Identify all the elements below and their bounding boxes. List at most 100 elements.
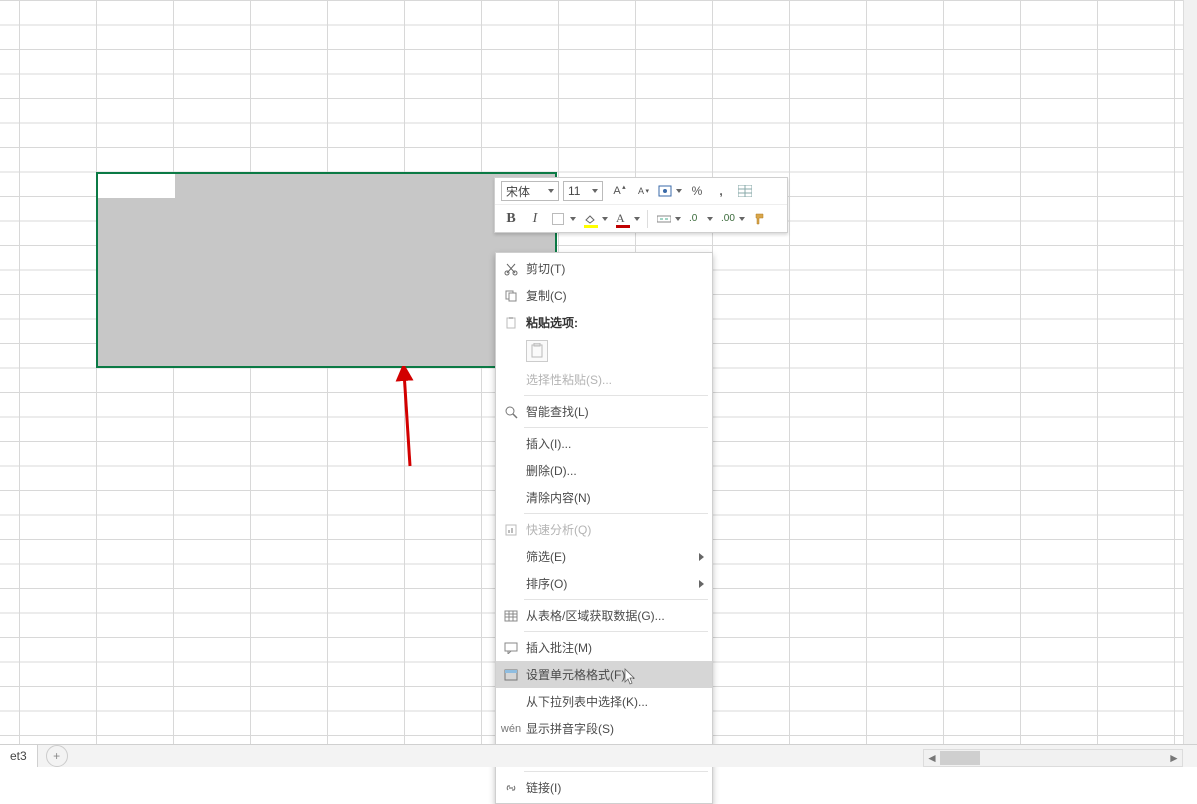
increase-decimal-button[interactable]: .00 (718, 209, 746, 229)
fill-color-button[interactable] (581, 209, 609, 229)
chevron-right-icon (699, 580, 704, 588)
menu-label: 清除内容(N) (526, 489, 704, 506)
menu-separator (524, 395, 708, 396)
menu-insert[interactable]: 插入(I)... (496, 430, 712, 457)
grid-icon (738, 185, 752, 197)
scissors-icon (500, 260, 522, 278)
menu-label: 链接(I) (526, 779, 704, 796)
cell-selection[interactable] (96, 172, 557, 368)
blank-icon (500, 548, 522, 566)
link-icon (500, 779, 522, 797)
scroll-thumb[interactable] (940, 751, 980, 765)
chevron-down-icon (592, 189, 598, 193)
font-size-dropdown[interactable]: 11 (563, 181, 603, 201)
menu-separator (524, 427, 708, 428)
format-painter-button[interactable] (750, 209, 770, 229)
italic-button[interactable]: I (525, 209, 545, 229)
plus-icon: + (53, 749, 60, 763)
chevron-down-icon (570, 217, 576, 221)
font-size-value: 11 (568, 184, 580, 198)
menu-label: 插入批注(M) (526, 639, 704, 656)
menu-label: 剪切(T) (526, 260, 704, 277)
menu-separator (524, 513, 708, 514)
shrink-font-button[interactable]: A (631, 181, 651, 201)
menu-label: 从表格/区域获取数据(G)... (526, 607, 704, 624)
copy-icon (500, 287, 522, 305)
add-sheet-button[interactable]: + (46, 745, 68, 767)
font-name-value: 宋体 (506, 183, 530, 200)
conditional-format-button[interactable] (735, 181, 763, 201)
border-icon (552, 213, 564, 225)
chevron-down-icon (675, 217, 681, 221)
blank-icon (500, 435, 522, 453)
menu-delete[interactable]: 删除(D)... (496, 457, 712, 484)
menu-label: 快速分析(Q) (526, 521, 704, 538)
clipboard-icon (500, 314, 522, 332)
merge-center-button[interactable] (654, 209, 682, 229)
decrease-decimal-button[interactable]: .0 (686, 209, 714, 229)
percent-style-button[interactable]: % (687, 181, 707, 201)
chevron-down-icon (602, 217, 608, 221)
menu-format-cells[interactable]: 设置单元格格式(F)... (496, 661, 712, 688)
chevron-down-icon (739, 217, 745, 221)
paste-icon (530, 343, 544, 359)
accounting-format-button[interactable] (655, 181, 683, 201)
merge-icon (657, 213, 671, 225)
menu-filter[interactable]: 筛选(E) (496, 543, 712, 570)
font-name-dropdown[interactable]: 宋体 (501, 181, 559, 201)
menu-paste-special: 选择性粘贴(S)... (496, 366, 712, 393)
chevron-down-icon (707, 217, 713, 221)
chevron-right-icon (699, 553, 704, 561)
menu-label: 插入(I)... (526, 435, 704, 452)
menu-separator (524, 771, 708, 772)
comma-style-button[interactable]: , (711, 181, 731, 201)
menu-label: 选择性粘贴(S)... (526, 371, 704, 388)
menu-show-pinyin[interactable]: wén 显示拼音字段(S) (496, 715, 712, 742)
sheet-tab-label: et3 (10, 749, 27, 763)
blank-icon (500, 693, 522, 711)
font-color-button[interactable]: A (613, 209, 641, 229)
scroll-track[interactable] (940, 750, 1166, 766)
menu-label: 筛选(E) (526, 548, 699, 565)
scroll-left-button[interactable]: ◄ (924, 750, 940, 766)
quick-analysis-icon (500, 521, 522, 539)
menu-link[interactable]: 链接(I) (496, 774, 712, 801)
menu-label: 删除(D)... (526, 462, 704, 479)
font-color-swatch (616, 225, 630, 228)
menu-cut[interactable]: 剪切(T) (496, 255, 712, 282)
menu-paste-options-header: 粘贴选项: (496, 309, 712, 336)
menu-get-data-from-range[interactable]: 从表格/区域获取数据(G)... (496, 602, 712, 629)
horizontal-scrollbar[interactable]: ◄ ► (923, 749, 1183, 767)
menu-clear-contents[interactable]: 清除内容(N) (496, 484, 712, 511)
active-cell[interactable] (98, 174, 175, 198)
grow-font-button[interactable]: A (607, 181, 627, 201)
context-menu: 剪切(T) 复制(C) 粘贴选项: 选择性粘贴(S)... 智能查找(L) 插入… (495, 252, 713, 804)
sheet-tab[interactable]: et3 (0, 745, 38, 767)
menu-label: 显示拼音字段(S) (526, 720, 704, 737)
comment-icon (500, 639, 522, 657)
menu-label: 设置单元格格式(F)... (526, 666, 704, 683)
chevron-down-icon (548, 189, 554, 193)
menu-separator (524, 631, 708, 632)
bucket-icon (584, 214, 596, 224)
menu-copy[interactable]: 复制(C) (496, 282, 712, 309)
search-icon (500, 403, 522, 421)
menu-sort[interactable]: 排序(O) (496, 570, 712, 597)
blank-icon (500, 371, 522, 389)
border-button[interactable] (549, 209, 577, 229)
menu-quick-analysis: 快速分析(Q) (496, 516, 712, 543)
table-icon (500, 607, 522, 625)
bold-button[interactable]: B (501, 209, 521, 229)
scroll-right-button[interactable]: ► (1166, 750, 1182, 766)
menu-insert-comment[interactable]: 插入批注(M) (496, 634, 712, 661)
paste-button[interactable] (526, 340, 548, 362)
separator (647, 210, 648, 228)
accounting-icon (658, 184, 672, 198)
format-cells-icon (500, 666, 522, 684)
vertical-scrollbar[interactable] (1183, 0, 1197, 744)
menu-smart-lookup[interactable]: 智能查找(L) (496, 398, 712, 425)
menu-pick-from-list[interactable]: 从下拉列表中选择(K)... (496, 688, 712, 715)
menu-label: 复制(C) (526, 287, 704, 304)
menu-separator (524, 599, 708, 600)
chevron-down-icon (676, 189, 682, 193)
